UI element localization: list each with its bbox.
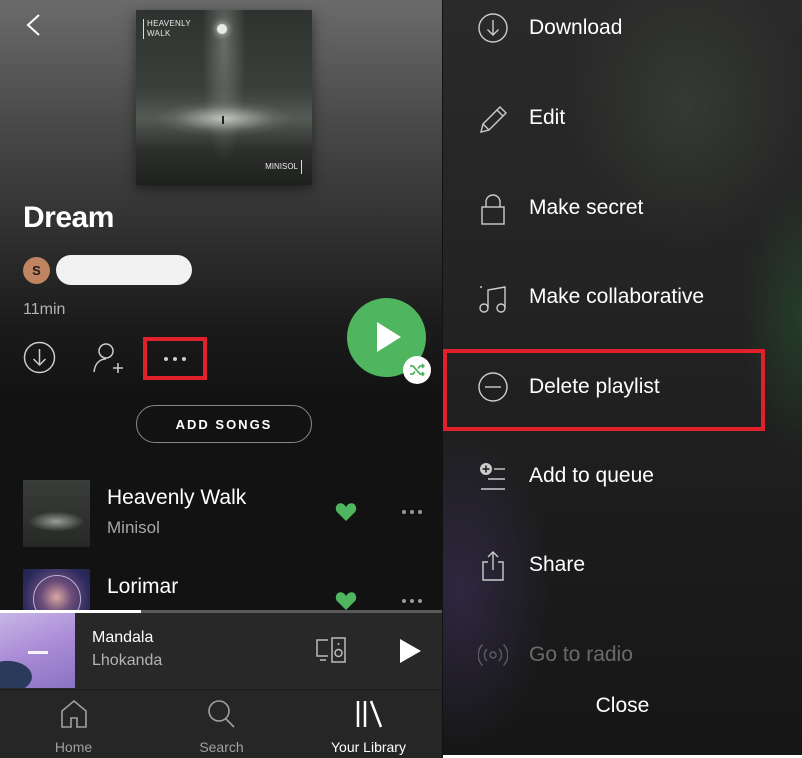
now-playing-bar[interactable]: Mandala Lhokanda xyxy=(0,613,442,689)
track-more-button[interactable] xyxy=(402,599,422,603)
track-cover-art xyxy=(23,480,90,547)
heart-icon[interactable] xyxy=(335,591,357,611)
playlist-screen: HEAVENLY WALK MINISOL Dream S 11min ADD … xyxy=(0,0,442,758)
minus-circle-icon xyxy=(478,372,508,402)
more-dots-icon xyxy=(164,356,168,361)
playlist-options-menu: Download Edit Make secret Make collabora… xyxy=(443,0,802,758)
home-icon xyxy=(60,699,87,728)
add-queue-icon xyxy=(480,463,505,490)
heart-icon[interactable] xyxy=(335,502,357,522)
menu-item-edit[interactable]: Edit xyxy=(443,90,802,150)
menu-item-delete-playlist[interactable]: Delete playlist xyxy=(443,349,765,431)
now-playing-cover-art xyxy=(0,613,75,688)
menu-item-label: Edit xyxy=(529,106,566,129)
track-more-button[interactable] xyxy=(402,510,422,514)
music-note-icon xyxy=(479,286,506,313)
library-icon xyxy=(356,700,382,728)
mini-play-button[interactable] xyxy=(398,639,422,663)
playlist-title: Dream xyxy=(23,201,114,234)
share-icon xyxy=(482,551,504,581)
more-options-button[interactable] xyxy=(143,337,207,380)
tab-label: Search xyxy=(199,739,244,755)
now-playing-title: Mandala xyxy=(92,629,154,646)
menu-item-label: Make secret xyxy=(529,196,644,219)
lock-icon xyxy=(481,194,505,225)
devices-icon[interactable] xyxy=(315,636,347,664)
pencil-icon xyxy=(480,106,507,133)
menu-item-add-to-queue[interactable]: Add to queue xyxy=(443,448,802,508)
track-name: Lorimar xyxy=(107,575,179,598)
shuffle-icon xyxy=(410,363,425,377)
cover-artist: MINISOL xyxy=(265,160,302,174)
tab-label: Your Library xyxy=(331,739,406,755)
cover-moon xyxy=(217,24,227,34)
menu-item-label: Share xyxy=(529,553,586,576)
cover-figure xyxy=(222,116,224,124)
close-button[interactable]: Close xyxy=(443,694,802,718)
chevron-left-icon[interactable] xyxy=(22,12,46,38)
menu-item-label: Download xyxy=(529,16,623,39)
download-circle-icon xyxy=(478,13,508,43)
track-name: Heavenly Walk xyxy=(107,486,247,509)
radio-icon xyxy=(478,644,508,666)
menu-item-label: Go to radio xyxy=(529,643,633,666)
menu-item-make-collaborative[interactable]: Make collaborative xyxy=(443,269,802,329)
track-artist: Minisol xyxy=(107,518,160,537)
search-icon xyxy=(207,700,235,728)
menu-item-go-to-radio[interactable]: Go to radio xyxy=(443,627,802,687)
owner-avatar[interactable]: S xyxy=(23,257,50,284)
add-songs-button[interactable]: ADD SONGS xyxy=(136,405,312,443)
menu-item-label: Make collaborative xyxy=(529,285,705,308)
playlist-cover-art: HEAVENLY WALK MINISOL xyxy=(136,10,312,185)
menu-item-label: Add to queue xyxy=(529,464,654,487)
track-row[interactable]: Heavenly Walk Minisol xyxy=(0,480,442,570)
download-circle-icon[interactable] xyxy=(23,341,56,374)
bottom-tab-bar: Home Search Your Library xyxy=(0,689,442,758)
tab-home[interactable]: Home xyxy=(0,690,147,758)
menu-item-share[interactable]: Share xyxy=(443,537,802,597)
now-playing-artist: Lhokanda xyxy=(92,652,163,669)
menu-item-download[interactable]: Download xyxy=(443,0,802,60)
tab-search[interactable]: Search xyxy=(148,690,295,758)
owner-name-redacted[interactable] xyxy=(56,255,192,285)
menu-item-make-secret[interactable]: Make secret xyxy=(443,180,802,240)
shuffle-toggle[interactable] xyxy=(403,356,431,384)
tab-your-library[interactable]: Your Library xyxy=(295,690,442,758)
add-user-icon[interactable] xyxy=(91,340,124,375)
menu-item-label: Delete playlist xyxy=(529,375,660,398)
cover-title: HEAVENLY WALK xyxy=(143,19,191,39)
tab-label: Home xyxy=(54,739,93,755)
playlist-duration: 11min xyxy=(23,301,66,318)
